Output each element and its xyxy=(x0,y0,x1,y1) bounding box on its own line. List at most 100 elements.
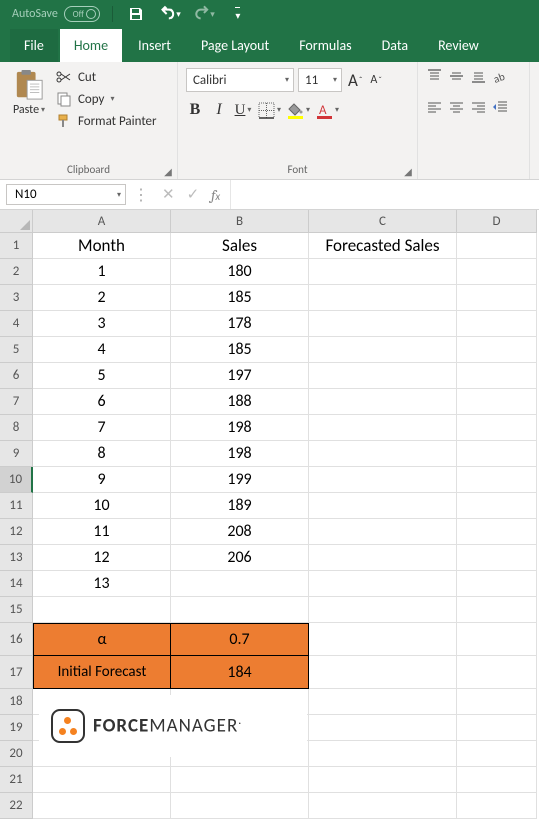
row-header-21[interactable]: 21 xyxy=(0,767,33,793)
cell[interactable] xyxy=(309,337,457,363)
underline-button[interactable]: U▾ xyxy=(234,102,252,119)
cell[interactable] xyxy=(457,233,537,259)
cell[interactable] xyxy=(309,623,457,656)
cell[interactable] xyxy=(457,363,537,389)
cell[interactable] xyxy=(309,571,457,597)
cell[interactable]: 206 xyxy=(171,545,309,571)
cell[interactable]: 11 xyxy=(33,519,171,545)
row-header-22[interactable]: 22 xyxy=(0,793,33,819)
row-header-12[interactable]: 12 xyxy=(0,519,33,545)
cell[interactable] xyxy=(309,467,457,493)
cell[interactable]: 185 xyxy=(171,285,309,311)
cell[interactable]: 5 xyxy=(33,363,171,389)
col-header-a[interactable]: A xyxy=(33,210,171,233)
cell[interactable] xyxy=(309,493,457,519)
enter-formula-icon[interactable]: ✓ xyxy=(187,185,200,204)
cell[interactable]: 10 xyxy=(33,493,171,519)
cell[interactable] xyxy=(457,741,537,767)
autosave-toggle[interactable]: AutoSave Off xyxy=(12,6,100,22)
cell[interactable] xyxy=(457,545,537,571)
cell[interactable] xyxy=(309,793,457,819)
cell[interactable] xyxy=(457,467,537,493)
row-header-15[interactable]: 15 xyxy=(0,597,33,623)
cell[interactable] xyxy=(457,389,537,415)
undo-caret[interactable]: ▾ xyxy=(176,9,181,20)
font-launcher-icon[interactable]: ◢ xyxy=(403,165,413,175)
align-top-button[interactable] xyxy=(426,68,443,90)
row-header-7[interactable]: 7 xyxy=(0,389,33,415)
paste-button[interactable]: Paste▾ xyxy=(8,66,50,160)
format-painter-button[interactable]: Format Painter xyxy=(56,113,157,129)
cell[interactable]: 3 xyxy=(33,311,171,337)
cell[interactable] xyxy=(457,337,537,363)
cell[interactable] xyxy=(33,767,171,793)
cell[interactable]: 180 xyxy=(171,259,309,285)
cell[interactable]: 6 xyxy=(33,389,171,415)
cell[interactable]: 198 xyxy=(171,441,309,467)
cell[interactable] xyxy=(171,793,309,819)
cell[interactable]: 7 xyxy=(33,415,171,441)
grow-font-button[interactable]: Aˆ xyxy=(346,70,364,91)
row-header-9[interactable]: 9 xyxy=(0,441,33,467)
cell[interactable]: 199 xyxy=(171,467,309,493)
row-header-10[interactable]: 10 xyxy=(0,467,33,493)
cell[interactable]: 189 xyxy=(171,493,309,519)
cell[interactable]: 184 xyxy=(171,656,309,689)
cell[interactable] xyxy=(309,415,457,441)
cell[interactable]: 188 xyxy=(171,389,309,415)
font-name-select[interactable]: Calibri ▾ xyxy=(186,68,294,92)
row-header-5[interactable]: 5 xyxy=(0,337,33,363)
cell[interactable] xyxy=(457,493,537,519)
cell[interactable]: 197 xyxy=(171,363,309,389)
undo-icon[interactable]: ▾ xyxy=(159,3,181,25)
cell[interactable]: 13 xyxy=(33,571,171,597)
cut-button[interactable]: Cut xyxy=(56,69,157,85)
name-box[interactable]: N10 ▾ xyxy=(6,184,126,205)
cell[interactable] xyxy=(171,571,309,597)
row-header-11[interactable]: 11 xyxy=(0,493,33,519)
borders-button[interactable]: ▾ xyxy=(258,102,281,119)
cell[interactable] xyxy=(309,741,457,767)
col-header-c[interactable]: C xyxy=(309,210,457,233)
row-header-16[interactable]: 16 xyxy=(0,623,33,656)
tab-file[interactable]: File xyxy=(10,29,58,62)
cell[interactable] xyxy=(309,259,457,285)
cell[interactable] xyxy=(457,441,537,467)
cell[interactable] xyxy=(457,285,537,311)
cell[interactable]: Initial Forecast xyxy=(33,656,171,689)
italic-button[interactable]: I xyxy=(210,101,228,119)
tab-home[interactable]: Home xyxy=(60,29,122,62)
align-bottom-button[interactable] xyxy=(470,68,487,90)
cell[interactable] xyxy=(309,689,457,715)
align-center-button[interactable] xyxy=(448,99,465,121)
cell[interactable]: 2 xyxy=(33,285,171,311)
cancel-formula-icon[interactable]: ✕ xyxy=(162,185,175,204)
cell[interactable] xyxy=(457,623,537,656)
select-all-corner[interactable] xyxy=(0,210,33,233)
row-header-13[interactable]: 13 xyxy=(0,545,33,571)
row-header-20[interactable]: 20 xyxy=(0,741,33,767)
cell[interactable] xyxy=(457,597,537,623)
redo-caret[interactable]: ▾ xyxy=(210,9,215,20)
font-size-select[interactable]: 11 ▾ xyxy=(298,68,342,92)
font-size-caret[interactable]: ▾ xyxy=(333,75,337,85)
name-box-caret[interactable]: ▾ xyxy=(117,190,121,200)
copy-button[interactable]: Copy ▾ xyxy=(56,91,157,107)
align-right-button[interactable] xyxy=(470,99,487,121)
fx-icon[interactable]: fx xyxy=(211,186,220,204)
cell[interactable] xyxy=(457,689,537,715)
cell[interactable] xyxy=(309,545,457,571)
cell[interactable]: 9 xyxy=(33,467,171,493)
cell[interactable] xyxy=(457,519,537,545)
cell[interactable] xyxy=(457,715,537,741)
cell[interactable]: 178 xyxy=(171,311,309,337)
font-name-caret[interactable]: ▾ xyxy=(285,75,289,85)
cell[interactable] xyxy=(309,389,457,415)
cell[interactable]: 208 xyxy=(171,519,309,545)
cell[interactable]: 0.7 xyxy=(171,623,309,656)
cell[interactable] xyxy=(457,415,537,441)
paste-dropdown-caret[interactable]: ▾ xyxy=(41,105,45,115)
cell[interactable] xyxy=(33,597,171,623)
qat-customize-icon[interactable]: ▾ xyxy=(227,3,249,25)
redo-icon[interactable]: ▾ xyxy=(193,3,215,25)
